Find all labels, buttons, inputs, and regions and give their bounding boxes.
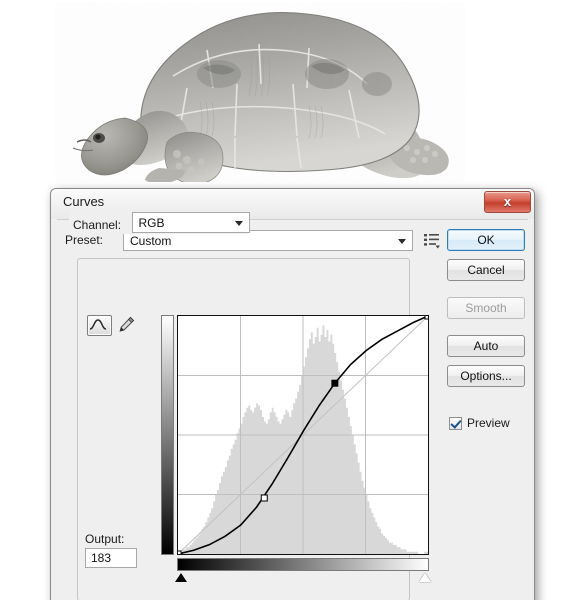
chevron-down-icon (234, 221, 243, 226)
tortoise-photo (55, 2, 465, 182)
cancel-button[interactable]: Cancel (447, 259, 525, 281)
preview-box (449, 417, 462, 430)
chevron-down-icon (398, 239, 406, 244)
screen: Curves x Preset: Custom Channel: RGB Out… (0, 0, 570, 600)
curve-control-point[interactable] (424, 316, 428, 320)
input-gradient-bar (177, 558, 429, 571)
curve-edit-icon (89, 319, 107, 330)
auto-button[interactable]: Auto (447, 335, 525, 357)
pencil-tool-button[interactable] (116, 315, 136, 335)
output-label: Output: (85, 532, 125, 546)
preset-options-menu-icon[interactable] (423, 231, 441, 249)
curve-edit-tool-button[interactable] (87, 315, 112, 336)
preset-value: Custom (130, 234, 172, 248)
channel-label: Channel: (73, 218, 122, 232)
dialog-title: Curves (63, 194, 105, 209)
preset-label: Preset: (65, 233, 104, 247)
white-point-slider[interactable] (419, 573, 431, 582)
options-button[interactable]: Options... (447, 365, 525, 387)
curve-control-point[interactable] (331, 379, 339, 387)
curve-control-point[interactable] (178, 550, 182, 554)
close-button[interactable]: x (484, 191, 531, 213)
ok-button[interactable]: OK (447, 229, 525, 251)
smooth-button[interactable]: Smooth (447, 297, 525, 319)
dialog-body: Preset: Custom Channel: RGB Output: 183 … (57, 212, 528, 600)
channel-value: RGB (138, 216, 165, 230)
curve-control-point[interactable] (260, 494, 268, 502)
curve-plot-svg (178, 316, 428, 554)
close-x-icon: x (503, 194, 512, 209)
curve-plot[interactable] (177, 315, 429, 555)
curves-dialog: Curves x Preset: Custom Channel: RGB Out… (50, 188, 535, 600)
output-gradient-bar (161, 315, 174, 555)
curves-graph-area (161, 315, 431, 582)
preview-label: Preview (467, 416, 510, 430)
channel-select[interactable]: RGB (131, 212, 250, 233)
image-canvas (0, 0, 570, 192)
channel-row: Channel: RGB (69, 212, 250, 234)
pencil-icon (119, 316, 135, 332)
black-point-slider[interactable] (175, 573, 187, 582)
output-input[interactable]: 183 (85, 548, 137, 568)
